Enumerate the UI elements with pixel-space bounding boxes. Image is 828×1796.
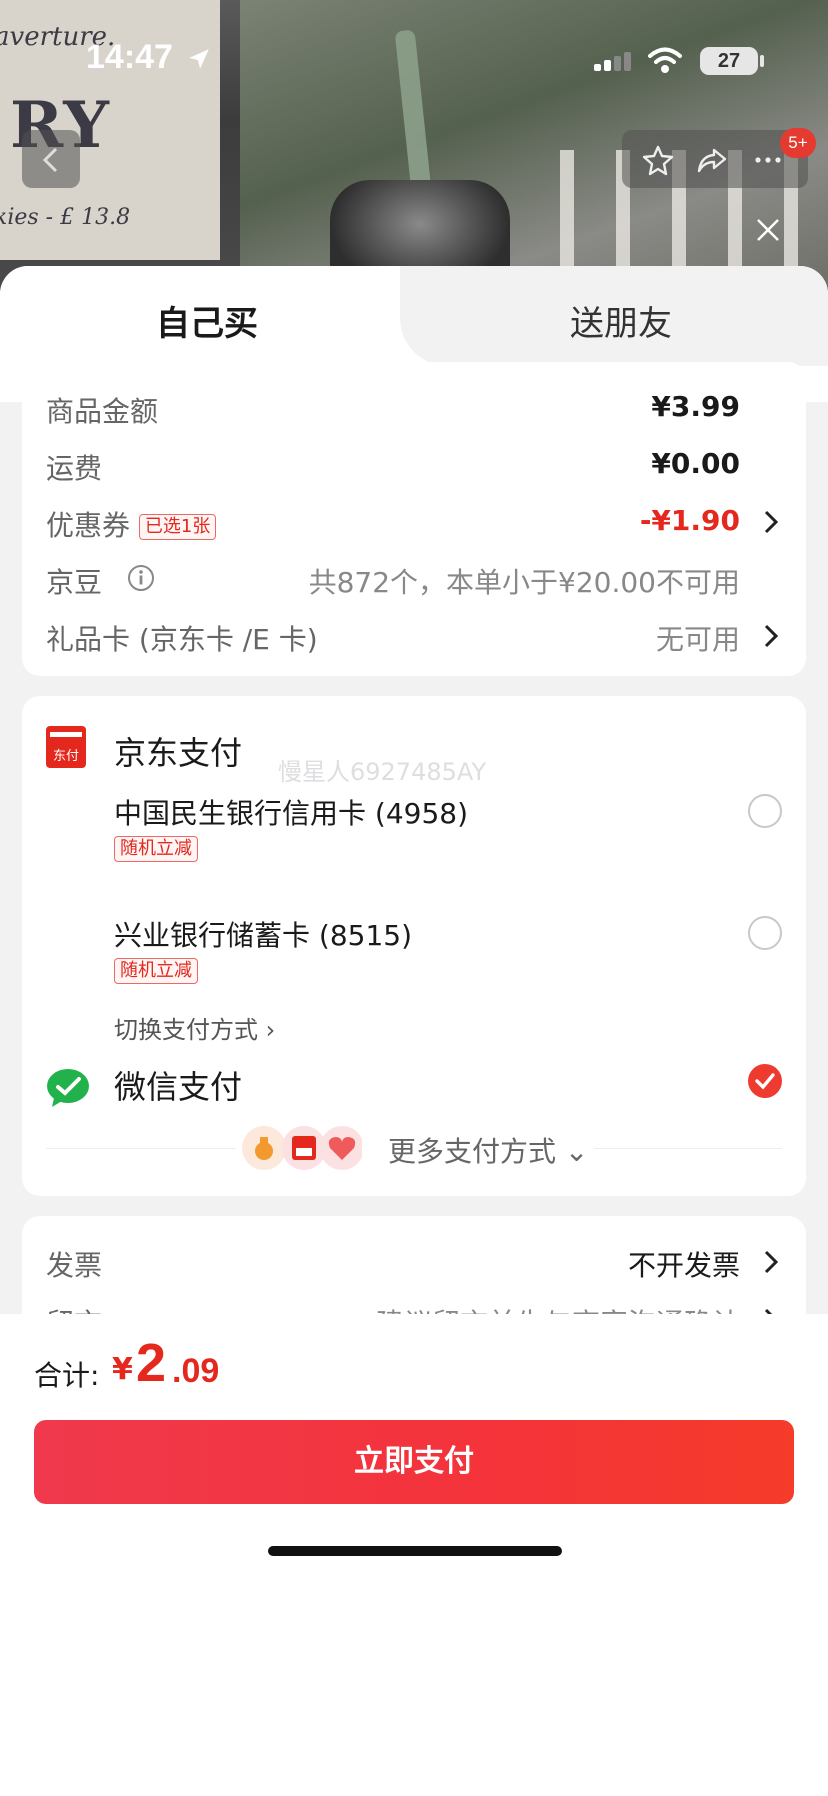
wechat-pay-icon bbox=[47, 1069, 89, 1107]
gift-card-label: 礼品卡 (京东卡 /E 卡) bbox=[46, 623, 318, 656]
checkout-footer: 合计: ¥ 2 .09 立即支付 bbox=[0, 1314, 828, 1796]
random-discount-tag: 随机立减 bbox=[114, 836, 198, 862]
radio-xingye[interactable] bbox=[748, 916, 782, 950]
total-currency: ¥ bbox=[112, 1352, 133, 1387]
chevron-left-icon bbox=[42, 147, 58, 173]
info-icon[interactable] bbox=[126, 563, 156, 593]
coupon-row[interactable]: 优惠券 已选1张 -¥1.90 bbox=[46, 500, 782, 544]
more-payment-icons bbox=[242, 1126, 362, 1170]
jd-pay-logo-icon: 东付 bbox=[46, 726, 86, 768]
jd-bean-value: 共872个，本单小于¥20.00不可用 bbox=[308, 566, 740, 599]
random-discount-tag-text: 随机立减 bbox=[114, 958, 198, 984]
more-payment-label: 更多支付方式 ⌄ bbox=[388, 1130, 595, 1170]
share-icon[interactable] bbox=[696, 144, 728, 176]
shipping-label: 运费 bbox=[46, 452, 103, 485]
notification-badge: 5+ bbox=[780, 128, 816, 158]
shipping-value: ¥0.00 bbox=[651, 447, 740, 480]
card-option-minsheng[interactable]: 中国民生银行信用卡 (4958) bbox=[114, 792, 468, 832]
coupon-label: 优惠券 bbox=[46, 509, 131, 542]
invoice-label: 发票 bbox=[46, 1249, 103, 1282]
price-summary-card: 商品金额 ¥3.99 运费 ¥0.00 优惠券 已选1张 -¥1.90 京豆 共… bbox=[22, 362, 806, 676]
wechat-pay-title[interactable]: 微信支付 bbox=[114, 1062, 242, 1108]
more-icon[interactable] bbox=[752, 144, 784, 176]
more-payment-methods[interactable]: 更多支付方式 ⌄ bbox=[22, 1118, 806, 1178]
wifi-icon bbox=[648, 47, 682, 73]
coupon-value: -¥1.90 bbox=[639, 504, 740, 537]
location-arrow-icon bbox=[189, 49, 209, 69]
battery-level: 27 bbox=[717, 50, 741, 72]
total-label: 合计: bbox=[34, 1359, 100, 1392]
payment-methods-card: 东付 京东支付 慢星人6927485AY 中国民生银行信用卡 (4958) 随机… bbox=[22, 696, 806, 1196]
coupon-selected-tag: 已选1张 bbox=[138, 514, 217, 540]
switch-payment-label: 切换支付方式 bbox=[114, 1016, 258, 1044]
status-time: 14:47 bbox=[86, 38, 173, 76]
jd-pay-logo-text: 东付 bbox=[53, 749, 79, 764]
more-payment-text: 更多支付方式 bbox=[388, 1135, 557, 1168]
invoice-value: 不开发票 bbox=[627, 1249, 740, 1282]
photo-card-line3: kies - £ 13.8 bbox=[0, 205, 131, 230]
switch-payment-link[interactable]: 切换支付方式 › bbox=[114, 1010, 275, 1045]
divider-right bbox=[582, 1148, 782, 1149]
coupon-label-group: 优惠券 已选1张 bbox=[46, 504, 217, 544]
battery-tip bbox=[760, 55, 764, 67]
shipping-row: 运费 ¥0.00 bbox=[46, 443, 782, 487]
home-indicator[interactable] bbox=[268, 1546, 562, 1556]
invoice-row[interactable]: 发票 不开发票 bbox=[46, 1240, 782, 1284]
card-option-xingye[interactable]: 兴业银行储蓄卡 (8515) bbox=[114, 914, 412, 954]
gift-card-row[interactable]: 礼品卡 (京东卡 /E 卡) 无可用 bbox=[46, 614, 782, 658]
chevron-right-icon bbox=[764, 624, 779, 648]
chevron-right-icon bbox=[764, 510, 779, 534]
radio-wechat-checked[interactable] bbox=[748, 1064, 782, 1098]
cellular-signal-icon bbox=[594, 52, 631, 71]
back-button[interactable] bbox=[22, 130, 80, 188]
chevron-right-icon bbox=[764, 1250, 779, 1274]
pay-now-button[interactable]: 立即支付 bbox=[34, 1420, 794, 1504]
tab-self-buy[interactable]: 自己买 bbox=[156, 296, 258, 345]
jd-pay-title: 京东支付 bbox=[114, 734, 243, 772]
goods-amount-value: ¥3.99 bbox=[651, 390, 740, 423]
random-discount-tag-text: 随机立减 bbox=[114, 836, 198, 862]
gift-card-value: 无可用 bbox=[655, 623, 740, 656]
close-icon[interactable] bbox=[752, 214, 784, 246]
jd-bean-label: 京豆 bbox=[46, 566, 103, 599]
star-icon[interactable] bbox=[642, 144, 674, 176]
battery-indicator: 27 bbox=[700, 47, 758, 75]
status-bar: 14:47 27 bbox=[0, 0, 828, 120]
radio-minsheng[interactable] bbox=[748, 794, 782, 828]
divider-left bbox=[46, 1148, 236, 1149]
tab-gift-friend[interactable]: 送朋友 bbox=[570, 296, 672, 345]
goods-amount-label: 商品金额 bbox=[46, 395, 159, 428]
watermark-text: 慢星人6927485AY bbox=[278, 758, 487, 786]
total-integer: 2 bbox=[136, 1333, 167, 1393]
total-decimal: .09 bbox=[172, 1352, 220, 1390]
goods-amount-row: 商品金额 ¥3.99 bbox=[46, 386, 782, 430]
random-discount-tag: 随机立减 bbox=[114, 958, 198, 984]
check-icon bbox=[755, 1073, 775, 1090]
jd-bean-row: 京豆 共872个，本单小于¥20.00不可用 bbox=[46, 557, 782, 601]
